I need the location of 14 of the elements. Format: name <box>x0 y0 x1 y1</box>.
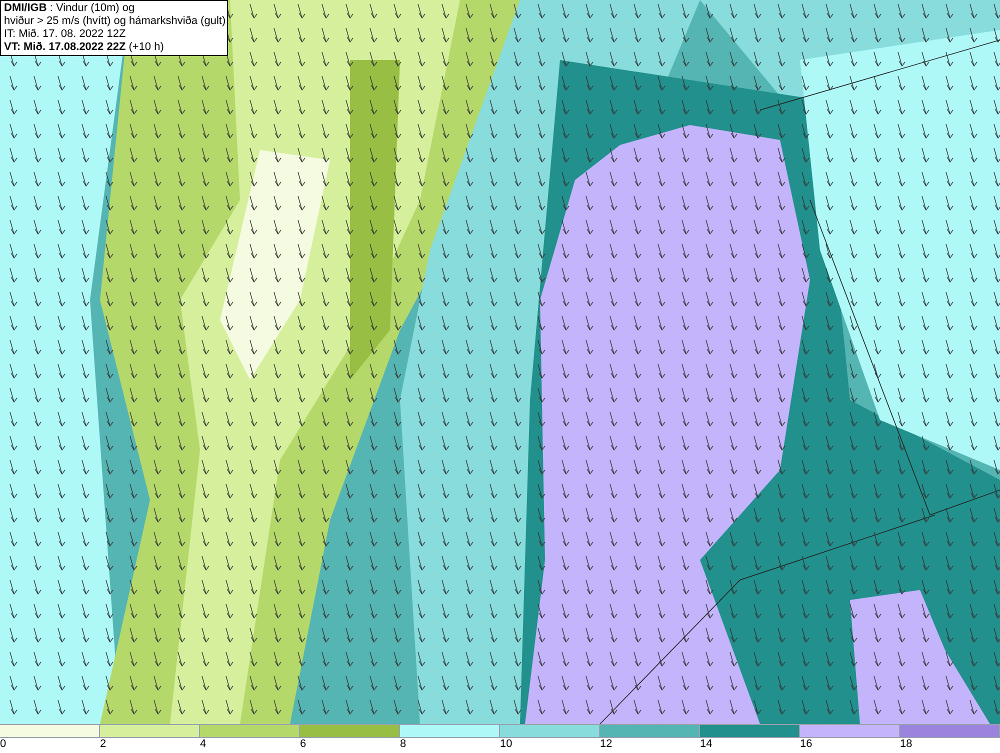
legend-label: 18 <box>900 738 912 751</box>
legend-label: 0 <box>0 738 6 751</box>
legend-label: 12 <box>600 738 612 751</box>
info-text: hviður > 25 m/s (hvítt) og hámarkshviða (gult) <box>4 15 224 28</box>
legend-label: 14 <box>700 738 712 751</box>
legend-label: 6 <box>300 738 306 751</box>
info-text: IT: Mið. 17. 08. 2022 12Z <box>4 28 127 41</box>
info-text: DMI/IGB : Vindur (10m) og <box>4 2 136 15</box>
legend-label: 4 <box>200 738 206 751</box>
legend-label: 10 <box>500 738 512 751</box>
legend-label: 2 <box>100 738 106 751</box>
info-text: VT: Mið. 17.08.2022 22Z (+10 h) <box>4 41 165 54</box>
legend-label: 16 <box>800 738 812 751</box>
legend-label: 8 <box>400 738 406 751</box>
